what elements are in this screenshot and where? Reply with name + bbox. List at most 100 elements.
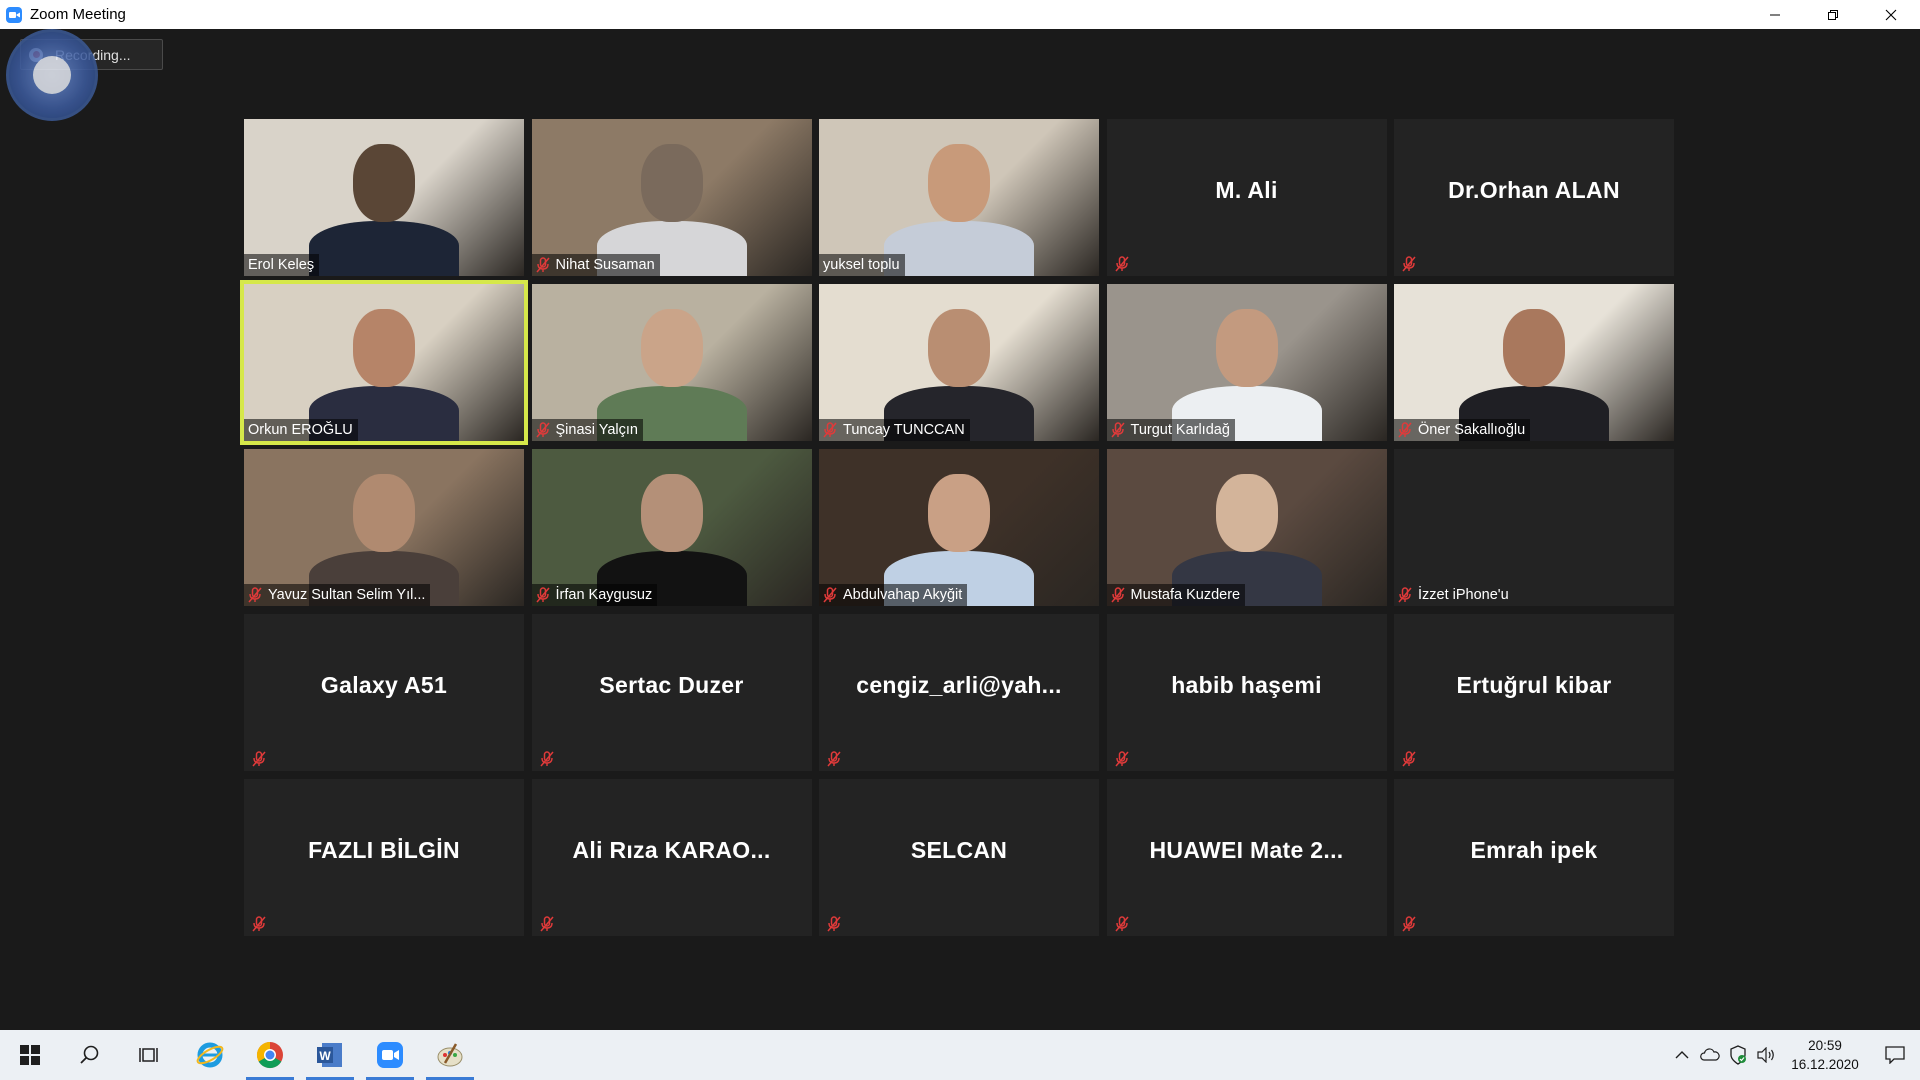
restore-button[interactable] (1804, 0, 1862, 29)
zoom-icon (377, 1042, 403, 1068)
muted-indicator (1402, 751, 1416, 767)
muted-indicator (535, 257, 550, 273)
muted-mic-icon (539, 751, 554, 767)
onedrive-tray[interactable] (1696, 1030, 1724, 1080)
participant-tile[interactable]: Abdulvahap Akyğit (819, 449, 1099, 606)
participant-name: Sertac Duzer (599, 672, 744, 698)
participant-tile[interactable]: Yavuz Sultan Selim Yıl... (244, 449, 524, 606)
participant-name-label: Orkun EROĞLU (244, 419, 358, 441)
organization-logo-watermark (6, 29, 98, 121)
participant-tile[interactable]: İzzet iPhone'u (1394, 449, 1674, 606)
taskbar-chrome[interactable] (240, 1030, 300, 1080)
participant-tile[interactable]: İrfan Kaygusuz (531, 449, 812, 606)
participant-tile[interactable]: cengiz_arli@yah... (819, 614, 1099, 771)
task-view-button[interactable] (120, 1030, 180, 1080)
muted-mic-icon (823, 587, 837, 603)
participant-tile[interactable]: FAZLI BİLGİN (244, 779, 524, 936)
muted-mic-icon (539, 916, 554, 932)
volume-tray[interactable] (1752, 1030, 1780, 1080)
taskbar-paint[interactable] (420, 1030, 480, 1080)
action-center-button[interactable] (1870, 1030, 1920, 1080)
participant-tile[interactable]: Tuncay TUNCCAN (819, 284, 1099, 441)
defender-shield-icon (1730, 1045, 1746, 1065)
participant-tile[interactable]: Öner Sakallıoğlu (1394, 284, 1674, 441)
participant-name: habib haşemi (1171, 672, 1322, 698)
muted-mic-icon (1114, 256, 1129, 272)
minimize-button[interactable] (1746, 0, 1804, 29)
taskbar-zoom[interactable] (360, 1030, 420, 1080)
participant-tile[interactable]: Ertuğrul kibar (1394, 614, 1674, 771)
participant-name: Şinasi Yalçın (555, 422, 638, 438)
muted-mic-icon (827, 916, 841, 932)
participant-name-label: Abdulvahap Akyğit (819, 584, 968, 606)
taskbar-clock[interactable]: 20:59 16.12.2020 (1780, 1036, 1870, 1074)
participant-tile[interactable]: Galaxy A51 (244, 614, 524, 771)
muted-mic-icon (827, 751, 841, 767)
windows-start-icon (20, 1045, 40, 1065)
participant-tile[interactable]: M. Ali (1106, 119, 1387, 276)
meeting-area: Recording... Erol KeleşNihat Susamanyuks… (0, 29, 1920, 1030)
muted-indicator (1110, 422, 1125, 438)
start-button[interactable] (0, 1030, 60, 1080)
muted-indicator (252, 916, 266, 932)
participant-name-label: Turgut Karlıdağ (1106, 419, 1235, 441)
taskbar-internet-explorer[interactable] (180, 1030, 240, 1080)
muted-indicator (1398, 422, 1412, 438)
participant-name: Erol Keleş (248, 257, 315, 273)
participant-tile[interactable]: yuksel toplu (819, 119, 1099, 276)
taskbar-word[interactable]: W (300, 1030, 360, 1080)
muted-indicator (535, 587, 550, 603)
participant-tile[interactable]: Şinasi Yalçın (531, 284, 812, 441)
participant-tile[interactable]: Ali Rıza KARAO... (531, 779, 812, 936)
participant-tile[interactable]: Mustafa Kuzdere (1106, 449, 1387, 606)
participant-tile[interactable]: Sertac Duzer (531, 614, 812, 771)
participant-name-label: Nihat Susaman (531, 254, 660, 276)
task-view-icon (139, 1048, 158, 1062)
muted-mic-icon (252, 751, 266, 767)
participant-tile[interactable]: Nihat Susaman (531, 119, 812, 276)
muted-indicator (827, 751, 841, 767)
participant-tile[interactable]: Turgut Karlıdağ (1106, 284, 1387, 441)
participant-name-label: Mustafa Kuzdere (1106, 584, 1246, 606)
muted-mic-icon (535, 587, 550, 603)
participant-tile[interactable]: Erol Keleş (244, 119, 524, 276)
participant-name-label: İrfan Kaygusuz (531, 584, 658, 606)
participant-name: Abdulvahap Akyğit (843, 587, 963, 603)
muted-indicator (1402, 256, 1416, 272)
word-icon: W (317, 1043, 342, 1067)
participant-video-silhouette (304, 126, 464, 276)
participant-tile[interactable]: habib haşemi (1106, 614, 1387, 771)
clock-time: 20:59 (1808, 1038, 1842, 1053)
participant-name: SELCAN (910, 837, 1008, 863)
muted-indicator (252, 751, 266, 767)
defender-tray[interactable] (1724, 1030, 1752, 1080)
svg-text:W: W (319, 1049, 331, 1063)
muted-mic-icon (1398, 587, 1412, 603)
close-button[interactable] (1862, 0, 1920, 29)
participant-name-label: Öner Sakallıoğlu (1394, 419, 1531, 441)
notification-icon (1885, 1046, 1905, 1064)
chevron-up-icon (1675, 1051, 1689, 1059)
participant-name: HUAWEI Mate 2... (1149, 837, 1344, 863)
muted-indicator (823, 422, 837, 438)
participant-tile[interactable]: Dr.Orhan ALAN (1394, 119, 1674, 276)
search-button[interactable] (60, 1030, 120, 1080)
clock-date: 16.12.2020 (1791, 1057, 1859, 1072)
muted-mic-icon (248, 587, 262, 603)
participant-tile[interactable]: HUAWEI Mate 2... (1106, 779, 1387, 936)
participant-name: Dr.Orhan ALAN (1448, 177, 1620, 203)
muted-indicator (539, 751, 554, 767)
minimize-icon (1770, 14, 1780, 15)
participant-tile[interactable]: SELCAN (819, 779, 1099, 936)
participant-name-label: İzzet iPhone'u (1394, 584, 1514, 606)
muted-indicator (1114, 916, 1129, 932)
show-hidden-icons-button[interactable] (1668, 1030, 1696, 1080)
chrome-icon (256, 1041, 283, 1069)
muted-indicator (1398, 587, 1412, 603)
muted-mic-icon (1110, 587, 1125, 603)
muted-indicator (1114, 751, 1129, 767)
participant-tile[interactable]: Emrah ipek (1394, 779, 1674, 936)
participant-name: Orkun EROĞLU (248, 422, 353, 438)
participant-name-label: Yavuz Sultan Selim Yıl... (244, 584, 431, 606)
participant-tile[interactable]: Orkun EROĞLU (240, 280, 528, 445)
